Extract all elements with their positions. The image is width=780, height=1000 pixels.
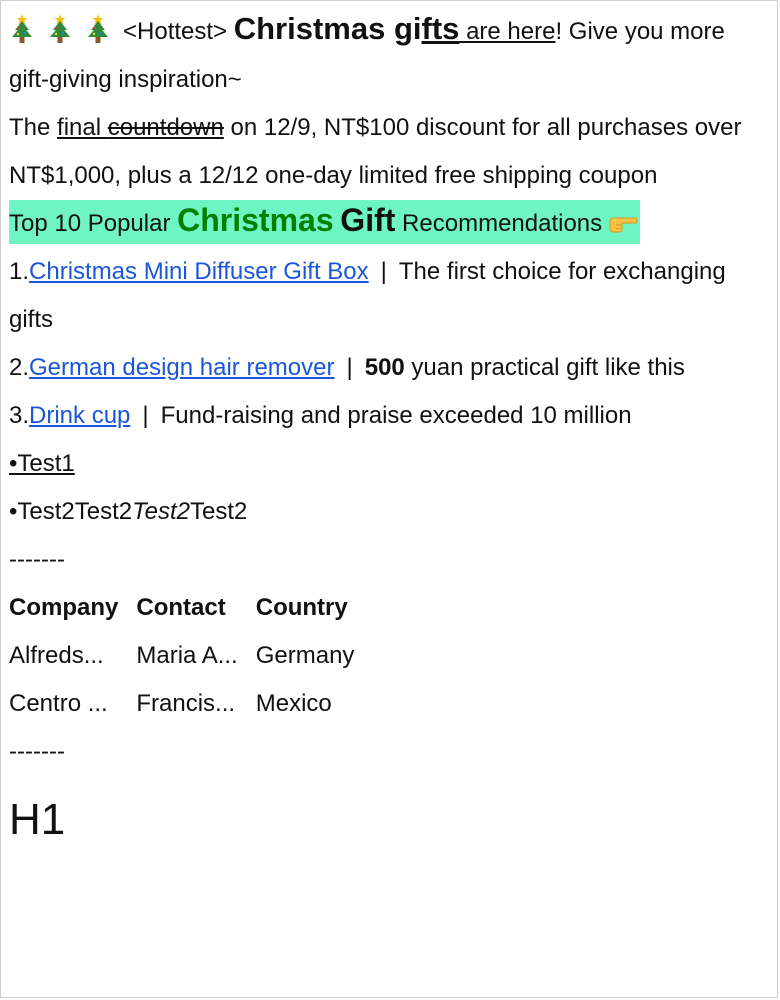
divider-top: ------- <box>9 546 65 573</box>
christmas-tree-icon <box>12 14 32 43</box>
christmas-tree-icon <box>50 14 70 43</box>
christmas-tree-icon <box>88 14 108 43</box>
top10-heading-line: Top 10 Popular Christmas Gift Recommenda… <box>9 200 769 248</box>
christmas-gi-text: Christmas gi <box>233 11 422 46</box>
table-cell: Germany <box>255 642 355 669</box>
fts-text: fts <box>421 11 460 46</box>
bullet-test2-line: •Test2Test2Test2Test2 <box>9 488 769 536</box>
document-page: <Hottest> Christmas gifts are here! Give… <box>0 0 778 998</box>
item-separator: | <box>142 402 149 429</box>
item-number: 2. <box>9 354 30 381</box>
bullet-test1-line: •Test1 <box>9 440 769 488</box>
table-cell: Centro ... <box>9 690 108 717</box>
final-word: final <box>57 114 108 141</box>
countdown-word: countdown <box>107 114 224 141</box>
item-price: 500 <box>364 354 405 381</box>
bullet-test2-italic: Test2 <box>132 498 190 525</box>
bullet-test2-a: •Test2Test2 <box>9 498 133 525</box>
top10-suffix: Recommendations <box>395 210 603 237</box>
top10-prefix: Top 10 Popular <box>9 210 178 237</box>
table-cell: Mexico <box>255 690 332 717</box>
item-description: Fund-raising and praise exceeded 10 mill… <box>160 402 632 429</box>
table-cell: Maria A... <box>136 642 238 669</box>
item-number: 1. <box>9 258 30 285</box>
table-cell: Alfreds... <box>9 642 104 669</box>
company-table: Company Contact Country Alfreds... Maria… <box>9 584 372 728</box>
table-row: Alfreds... Maria A... Germany <box>9 632 372 680</box>
list-item: 2.German design hair remover | 500 yuan pr… <box>9 344 769 392</box>
top10-heading: Top 10 Popular Christmas Gift Recommenda… <box>9 200 641 244</box>
bullet-test1: •Test1 <box>9 450 75 477</box>
item-separator: | <box>346 354 353 381</box>
christmas-word: Christmas <box>177 202 334 238</box>
divider-bottom: ------- <box>9 738 65 765</box>
headline: <Hottest> Christmas gifts are here! Give… <box>9 5 769 104</box>
item-separator: | <box>380 258 387 285</box>
table-header: Country <box>255 594 348 621</box>
pointing-hand-icon <box>609 217 638 233</box>
item-description: yuan practical gift like this <box>404 354 685 381</box>
hottest-tag: <Hottest> <box>123 18 228 45</box>
table-row: Centro ... Francis... Mexico <box>9 680 372 728</box>
bullet-test2-c: Test2 <box>189 498 248 525</box>
christmas-gifts-heading: Christmas gifts <box>234 11 460 46</box>
final-text: final countdown <box>57 114 224 141</box>
h1-heading: H1 <box>9 795 66 844</box>
item-link-diffuser[interactable]: Christmas Mini Diffuser Gift Box <box>29 258 369 285</box>
table-cell: Francis... <box>136 690 236 717</box>
countdown-paragraph: The final countdown on 12/9, NT$100 disc… <box>9 104 769 200</box>
countdown-prefix: The <box>9 114 58 141</box>
table-header-row: Company Contact Country <box>9 584 372 632</box>
are-here-text: are here <box>459 18 556 45</box>
table-header: Company <box>9 594 119 621</box>
list-item: 1.Christmas Mini Diffuser Gift Box | The f… <box>9 248 769 344</box>
gift-word: Gift <box>340 202 396 238</box>
item-link-hair-remover[interactable]: German design hair remover <box>29 354 334 381</box>
item-link-drink-cup[interactable]: Drink cup <box>29 402 130 429</box>
list-item: 3.Drink cup | Fund-raising and praise exce… <box>9 392 769 440</box>
item-number: 3. <box>9 402 30 429</box>
table-header: Contact <box>136 594 226 621</box>
